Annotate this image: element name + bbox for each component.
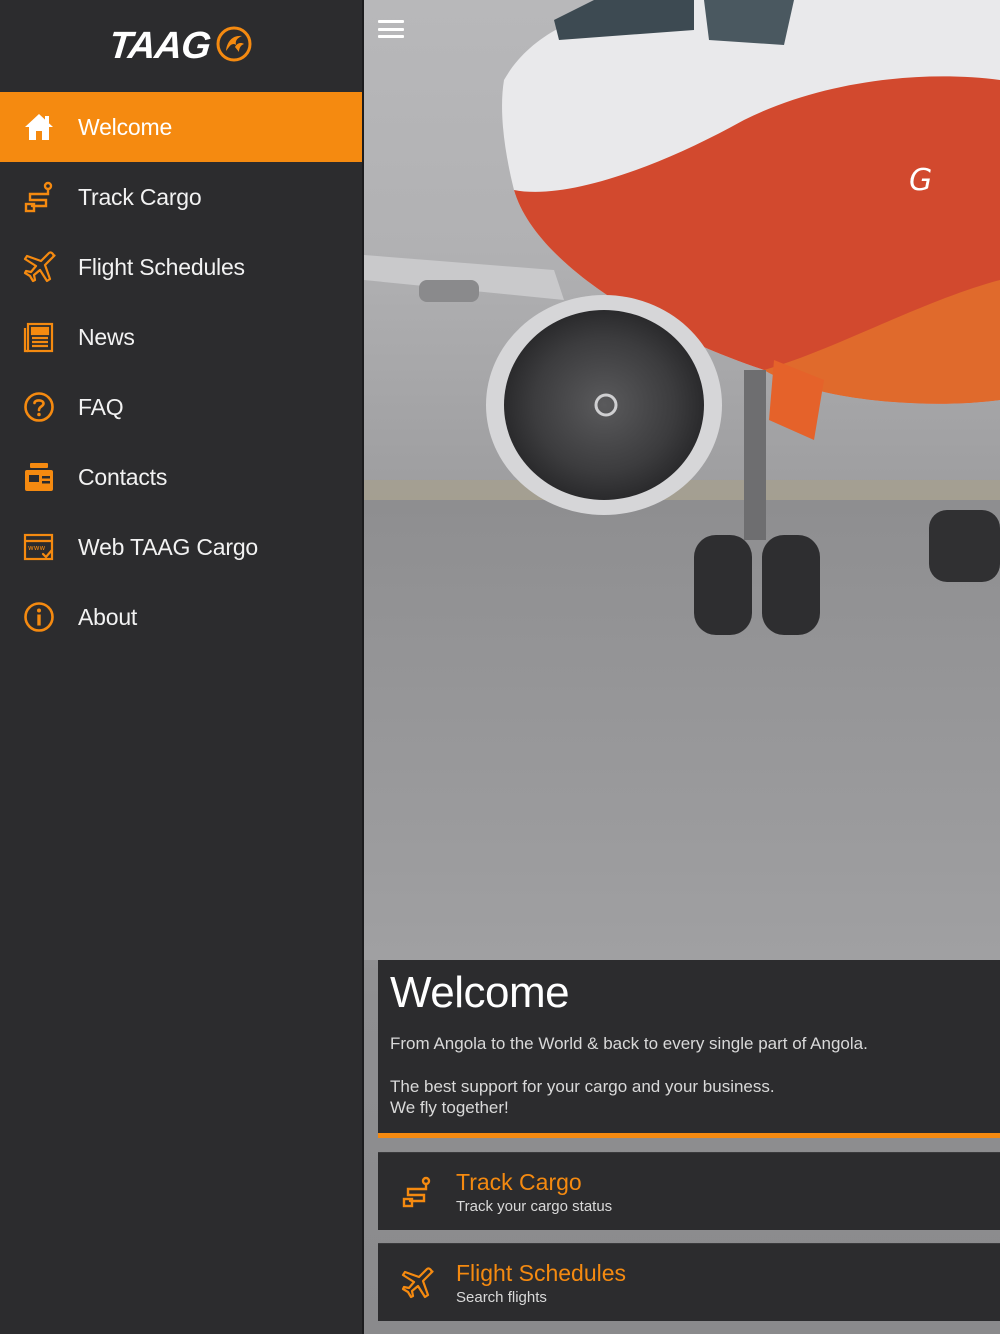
welcome-motto-text: We fly together! xyxy=(390,1098,509,1117)
question-circle-icon xyxy=(22,390,56,424)
taag-logo: TAAG xyxy=(106,24,254,68)
svg-text:www: www xyxy=(28,544,45,552)
track-cargo-card-text: Track Cargo Track your cargo status xyxy=(456,1169,612,1215)
welcome-title: Welcome xyxy=(390,968,570,1017)
sidebar: TAAG Welcome Track Cargo Flight Schedule… xyxy=(0,0,364,1334)
welcome-description: The best support for your cargo and your… xyxy=(390,1076,1000,1118)
sidebar-item-welcome[interactable]: Welcome xyxy=(0,92,362,162)
track-cargo-icon xyxy=(400,1175,434,1209)
welcome-support-text: The best support for your cargo and your… xyxy=(390,1077,775,1096)
sidebar-item-label: Web TAAG Cargo xyxy=(78,533,258,560)
hamburger-bar xyxy=(378,35,404,38)
track-cargo-icon xyxy=(22,180,56,214)
sidebar-item-label: News xyxy=(78,323,135,350)
svg-text:G: G xyxy=(909,163,932,198)
flight-schedules-card[interactable]: Flight Schedules Search flights xyxy=(378,1243,1000,1321)
logo-area: TAAG xyxy=(0,0,362,92)
sidebar-item-news[interactable]: News xyxy=(0,302,362,372)
logo-text: TAAG xyxy=(106,24,212,67)
newspaper-icon xyxy=(22,320,56,354)
track-cargo-card-title: Track Cargo xyxy=(456,1168,582,1195)
sidebar-item-flight-schedules[interactable]: Flight Schedules xyxy=(0,232,362,302)
main-content: G Welcome From Angola to the World & bac… xyxy=(364,0,1000,1334)
flight-schedules-card-title: Flight Schedules xyxy=(456,1259,627,1286)
sidebar-item-label: Flight Schedules xyxy=(78,253,245,280)
flight-schedules-card-subtitle: Search flights xyxy=(456,1288,547,1306)
home-icon xyxy=(22,110,56,144)
sidebar-item-label: Contacts xyxy=(78,463,168,490)
web-browser-icon: www xyxy=(22,530,56,564)
hamburger-menu-button[interactable] xyxy=(378,18,404,40)
sidebar-item-label: Welcome xyxy=(78,113,173,140)
hamburger-bar xyxy=(378,20,404,23)
sidebar-item-label: About xyxy=(78,603,138,630)
track-cargo-card-subtitle: Track your cargo status xyxy=(456,1197,613,1215)
sidebar-item-label: Track Cargo xyxy=(78,183,202,210)
hamburger-bar xyxy=(378,27,404,31)
sidebar-item-label: FAQ xyxy=(78,393,124,420)
welcome-tagline: From Angola to the World & back to every… xyxy=(390,1034,868,1053)
hero-airplane-image: G xyxy=(364,0,1000,960)
palanca-emblem-icon xyxy=(215,25,253,68)
flight-schedules-card-text: Flight Schedules Search flights xyxy=(456,1260,626,1306)
sidebar-item-contacts[interactable]: Contacts xyxy=(0,442,362,512)
sidebar-item-about[interactable]: About xyxy=(0,582,362,652)
sidebar-item-faq[interactable]: FAQ xyxy=(0,372,362,442)
sidebar-menu: Welcome Track Cargo Flight Schedules New… xyxy=(0,92,362,652)
sidebar-item-track-cargo[interactable]: Track Cargo xyxy=(0,162,362,232)
info-circle-icon xyxy=(22,600,56,634)
track-cargo-card[interactable]: Track Cargo Track your cargo status xyxy=(378,1152,1000,1230)
sidebar-item-web-taag-cargo[interactable]: www Web TAAG Cargo xyxy=(0,512,362,582)
airplane-icon xyxy=(22,250,56,284)
welcome-card: Welcome From Angola to the World & back … xyxy=(378,960,1000,1138)
airplane-icon xyxy=(400,1266,434,1300)
contacts-card-icon xyxy=(22,460,56,494)
